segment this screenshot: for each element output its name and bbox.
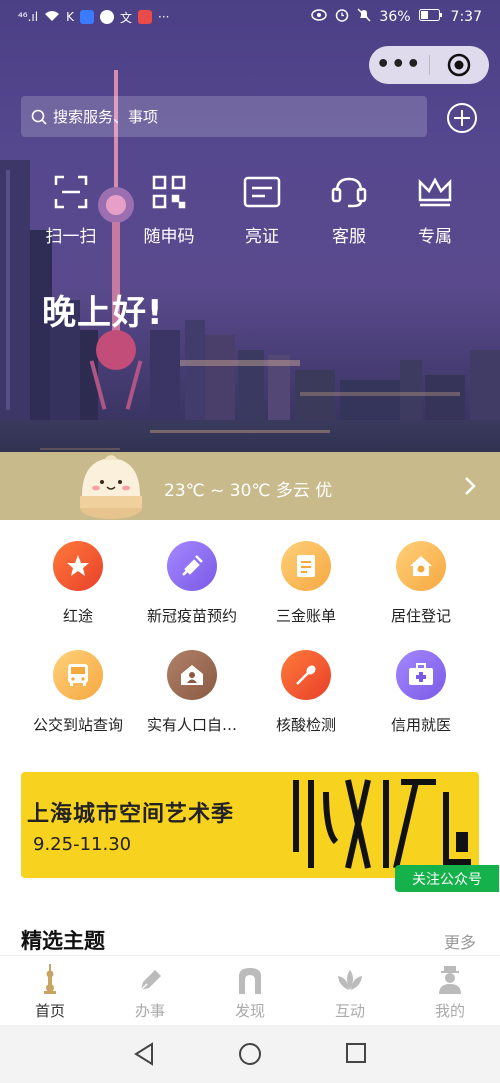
signal-indicator: ⁴⁶.ıl [18, 10, 39, 24]
k-icon: K [66, 10, 74, 24]
status-bar: ⁴⁶.ıl K 文 ··· 36% 7:37 [0, 0, 500, 34]
tab-mine[interactable]: 我的 [400, 964, 500, 1021]
alarm-icon [335, 8, 349, 26]
service-label: 核酸检测 [275, 716, 336, 734]
add-icon[interactable] [446, 102, 478, 134]
service-label: 三金账单 [275, 607, 336, 625]
person-house-icon [167, 650, 217, 700]
red-app-icon [138, 10, 152, 24]
service-bus-arrival[interactable]: 公交到站查询 [22, 650, 134, 735]
tower-icon [0, 964, 100, 994]
quick-action-exclusive[interactable]: 专属 [395, 172, 475, 247]
service-hongtu[interactable]: 红途 [22, 541, 134, 626]
app-circle-icon [99, 10, 114, 24]
weather-text: 23℃ ~ 30℃ 多云 优 [164, 481, 333, 501]
bottom-tab-bar: 首页 办事 发现 互动 我的 [0, 955, 500, 1025]
syringe-icon [167, 541, 217, 591]
lotus-icon [300, 964, 400, 994]
tab-services[interactable]: 办事 [100, 964, 200, 1021]
quick-action-scan[interactable]: 扫一扫 [31, 172, 111, 247]
headset-icon [309, 172, 389, 212]
tab-discover[interactable]: 发现 [200, 964, 300, 1021]
promo-banner[interactable]: 上海城市空间艺术季 9.25-11.30 [21, 772, 479, 878]
system-navigation-bar [0, 1025, 500, 1083]
wifi-icon [44, 10, 60, 25]
follow-official-account-button[interactable]: 关注公众号 [395, 865, 499, 892]
scan-icon [31, 172, 111, 212]
more-dots-icon[interactable]: ••• [369, 54, 429, 76]
service-credit-medical[interactable]: 信用就医 [365, 650, 477, 735]
medical-kit-icon [396, 650, 446, 700]
id-card-icon [222, 172, 302, 212]
crown-icon [395, 172, 475, 212]
quick-action-show-id[interactable]: 亮证 [222, 172, 302, 247]
home-nav-icon[interactable] [238, 1042, 262, 1066]
tab-label: 我的 [434, 1002, 465, 1020]
section-title: 精选主题 [21, 929, 105, 953]
service-label: 实有人口自… [146, 716, 237, 734]
dumpling-mascot-icon [80, 455, 142, 519]
shield-app-icon [79, 10, 94, 24]
tab-label: 办事 [134, 1002, 165, 1020]
target-icon[interactable] [429, 53, 489, 77]
service-three-funds-bill[interactable]: 三金账单 [250, 541, 362, 626]
user-icon [400, 964, 500, 994]
service-vaccine[interactable]: 新冠疫苗预约 [136, 541, 248, 626]
search-icon [31, 109, 47, 125]
service-label: 新冠疫苗预约 [146, 607, 237, 625]
home-icon [396, 541, 446, 591]
tab-label: 发现 [234, 1002, 265, 1020]
quick-action-suishenma[interactable]: 随申码 [129, 172, 209, 247]
bill-icon [281, 541, 331, 591]
quick-action-label: 客服 [332, 227, 366, 247]
quick-action-label: 专属 [418, 227, 452, 247]
greeting-text: 晚上好! [42, 293, 164, 333]
miniprogram-capsule: ••• [369, 46, 489, 84]
quick-action-label: 扫一扫 [45, 227, 97, 247]
service-nucleic-test[interactable]: 核酸检测 [250, 650, 362, 735]
tab-label: 互动 [334, 1002, 365, 1020]
search-placeholder: 搜索服务、事项 [53, 108, 159, 126]
tab-label: 首页 [34, 1002, 65, 1020]
bus-icon [53, 650, 103, 700]
eye-icon [311, 9, 328, 25]
quick-action-label: 随申码 [143, 227, 195, 247]
battery-icon [418, 9, 443, 25]
chevron-right-icon [465, 477, 476, 495]
more-link[interactable]: 更多 [444, 929, 476, 953]
battery-percent: 36% [379, 9, 411, 25]
more-notifications-icon: ··· [158, 10, 170, 24]
translate-icon: 文 [119, 10, 132, 25]
recents-icon[interactable] [345, 1042, 367, 1064]
arch-icon [200, 964, 300, 994]
weather-bar[interactable]: 23℃ ~ 30℃ 多云 优 [0, 452, 500, 520]
service-label: 居住登记 [390, 607, 451, 625]
banner-title: 上海城市空间艺术季 [27, 802, 235, 827]
tab-interact[interactable]: 互动 [300, 964, 400, 1021]
service-label: 信用就医 [390, 716, 451, 734]
service-label: 红途 [62, 607, 93, 625]
quick-action-label: 亮证 [245, 227, 279, 247]
mute-icon [357, 8, 371, 26]
service-population-self[interactable]: 实有人口自… [136, 650, 248, 735]
star-icon [53, 541, 103, 591]
swab-icon [281, 650, 331, 700]
qr-code-icon [129, 172, 209, 212]
quick-action-service[interactable]: 客服 [309, 172, 389, 247]
back-icon[interactable] [133, 1042, 155, 1066]
service-residence-registration[interactable]: 居住登记 [365, 541, 477, 626]
search-input[interactable]: 搜索服务、事项 [21, 96, 427, 137]
pen-icon [100, 964, 200, 994]
tab-home[interactable]: 首页 [0, 964, 100, 1021]
clock-time: 7:37 [450, 9, 482, 25]
banner-date: 9.25-11.30 [33, 834, 132, 855]
service-label: 公交到站查询 [32, 716, 123, 734]
art-season-graphic [293, 779, 471, 869]
